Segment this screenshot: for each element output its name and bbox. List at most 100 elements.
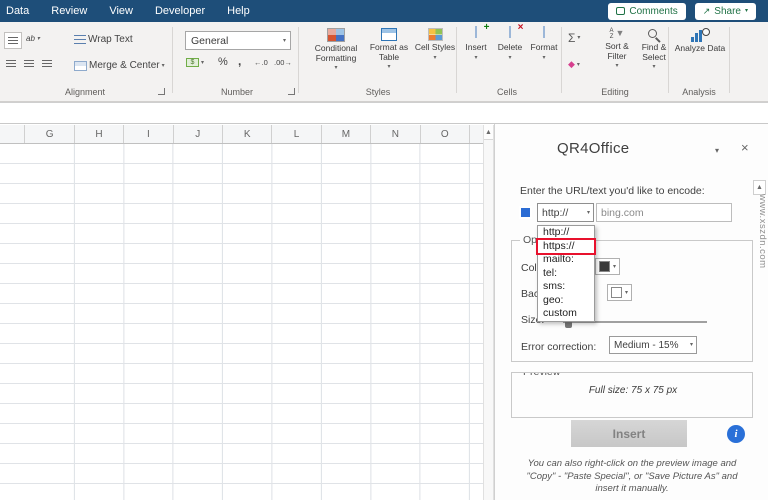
- sheet-vertical-scrollbar[interactable]: ▲: [483, 125, 494, 500]
- chevron-down-icon: ▾: [36, 35, 40, 42]
- chevron-down-icon: ▾: [201, 59, 205, 66]
- background-swatch: [611, 287, 622, 298]
- number-dialog-launcher[interactable]: [288, 88, 295, 95]
- alignment-dialog-launcher[interactable]: [158, 88, 165, 95]
- dropdown-option-http[interactable]: http://: [538, 226, 594, 240]
- column-header[interactable]: M: [322, 125, 372, 143]
- share-button[interactable]: ↗ Share ▾: [694, 2, 756, 20]
- chevron-down-icon: ▾: [282, 37, 286, 44]
- comma-style-button[interactable]: ,: [238, 54, 241, 68]
- comments-label: Comments: [629, 5, 678, 17]
- wrap-text-button[interactable]: Wrap Text: [74, 34, 133, 45]
- background-picker-button[interactable]: ▾: [607, 284, 633, 301]
- format-cells-button[interactable]: Format ▾: [527, 26, 561, 86]
- insert-cells-button[interactable]: + Insert ▾: [460, 23, 492, 86]
- decrease-decimal-icon: .00→: [274, 58, 292, 67]
- decrease-decimal-button[interactable]: .00→: [274, 58, 292, 67]
- chevron-down-icon: ▾: [652, 64, 656, 70]
- column-header[interactable]: L: [272, 125, 322, 143]
- dropdown-option-mailto[interactable]: mailto:: [538, 253, 594, 267]
- chevron-down-icon: ▾: [161, 62, 165, 69]
- tab-help[interactable]: Help: [216, 0, 261, 22]
- chevron-down-icon: ▾: [689, 342, 693, 348]
- sort-filter-button[interactable]: AZ ▼ Sort & Filter ▾: [598, 28, 636, 86]
- number-format-select[interactable]: General ▾: [185, 31, 291, 50]
- comment-icon: [616, 7, 626, 15]
- conditional-formatting-button[interactable]: Conditional Formatting ▾: [308, 28, 364, 86]
- format-as-table-button[interactable]: Format as Table ▾: [364, 28, 414, 86]
- color-picker-button[interactable]: ▾: [595, 258, 621, 275]
- analyze-data-button[interactable]: Analyze Data: [674, 28, 726, 86]
- pane-close-icon[interactable]: ×: [741, 140, 749, 155]
- cell-styles-button[interactable]: Cell Styles ▾: [414, 28, 456, 86]
- decrease-indent-button[interactable]: [24, 60, 34, 68]
- column-header-partial[interactable]: [470, 125, 483, 143]
- increase-indent-button[interactable]: [42, 60, 52, 68]
- chevron-down-icon: ▾: [577, 35, 581, 41]
- dropdown-option-https[interactable]: https://: [536, 237, 596, 255]
- dropdown-option-sms[interactable]: sms:: [538, 280, 594, 294]
- clear-button[interactable]: ◆ ▾: [568, 59, 580, 70]
- error-correction-value: Medium - 15%: [614, 339, 679, 351]
- align-middle-button[interactable]: [4, 32, 22, 49]
- dropdown-option-tel[interactable]: tel:: [538, 267, 594, 281]
- insert-qr-button[interactable]: Insert: [571, 420, 687, 447]
- merge-center-button[interactable]: Merge & Center ▾: [74, 60, 165, 71]
- chevron-down-icon: ▾: [613, 263, 617, 270]
- autosum-button[interactable]: Σ ▾: [568, 31, 580, 45]
- column-header[interactable]: H: [75, 125, 125, 143]
- analyze-data-icon: [690, 28, 710, 42]
- column-header[interactable]: G: [25, 125, 75, 143]
- column-header[interactable]: O: [421, 125, 470, 143]
- group-label-number: Number: [220, 87, 253, 97]
- info-icon[interactable]: i: [727, 425, 745, 443]
- comments-button[interactable]: Comments: [608, 2, 686, 20]
- column-header[interactable]: J: [174, 125, 223, 143]
- find-select-button[interactable]: Find & Select ▾: [636, 28, 672, 86]
- protocol-select[interactable]: http:// ▾: [537, 203, 594, 222]
- tab-data[interactable]: Data: [0, 0, 40, 22]
- tab-developer[interactable]: Developer: [144, 0, 216, 22]
- pane-scroll-up-icon[interactable]: ▲: [753, 180, 766, 195]
- cell-styles-icon: [427, 28, 443, 41]
- pane-menu-chevron-icon[interactable]: ▾: [715, 146, 719, 155]
- group-label-cells: Cells: [496, 87, 517, 97]
- chevron-down-icon: ▾: [576, 61, 580, 68]
- watermark: www.xszdn.com: [757, 194, 768, 269]
- column-header[interactable]: N: [371, 125, 421, 143]
- filter-funnel-icon: ▼: [615, 28, 625, 39]
- group-separator: [456, 27, 457, 93]
- delete-cells-button[interactable]: × Delete ▾: [494, 23, 526, 86]
- percent-style-button[interactable]: %: [218, 56, 228, 68]
- az-sort-icon: AZ: [609, 28, 614, 40]
- increase-decimal-button[interactable]: ←.0: [254, 58, 268, 67]
- decrease-indent-icon: [24, 60, 34, 68]
- accounting-format-button[interactable]: $ ▾: [186, 58, 204, 67]
- column-header[interactable]: I: [124, 125, 174, 143]
- scroll-up-arrow-icon[interactable]: ▲: [484, 125, 493, 140]
- spreadsheet-cells[interactable]: [0, 144, 483, 500]
- conditional-formatting-icon: [327, 28, 345, 42]
- column-header[interactable]: K: [223, 125, 273, 143]
- increase-indent-icon: [42, 60, 52, 68]
- dropdown-option-geo[interactable]: geo:: [538, 294, 594, 308]
- chevron-down-icon: ▾: [625, 289, 629, 296]
- chevron-down-icon: ▾: [387, 64, 391, 70]
- wrap-text-label: Wrap Text: [88, 34, 133, 45]
- tab-review[interactable]: Review: [40, 0, 98, 22]
- encode-prompt: Enter the URL/text you'd like to encode:: [520, 185, 705, 197]
- error-correction-select[interactable]: Medium - 15% ▾: [609, 336, 697, 354]
- group-label-editing: Editing: [601, 87, 629, 97]
- url-input[interactable]: [596, 203, 732, 222]
- insert-cells-icon: [475, 26, 477, 38]
- orientation-button[interactable]: ab ▾: [26, 34, 40, 43]
- sort-filter-label: Sort & Filter: [605, 41, 629, 61]
- column-header-partial[interactable]: [0, 125, 26, 143]
- preview-groupbox: Preview Full size: 75 x 75 px: [511, 372, 753, 418]
- formula-bar[interactable]: [0, 102, 768, 124]
- align-left-button[interactable]: [6, 60, 16, 68]
- eraser-icon: ◆: [568, 59, 575, 69]
- tab-view[interactable]: View: [98, 0, 144, 22]
- dropdown-option-custom[interactable]: custom: [538, 307, 594, 321]
- qr4office-pane: QR4Office ▾ × ▲ Enter the URL/text you'd…: [494, 124, 768, 500]
